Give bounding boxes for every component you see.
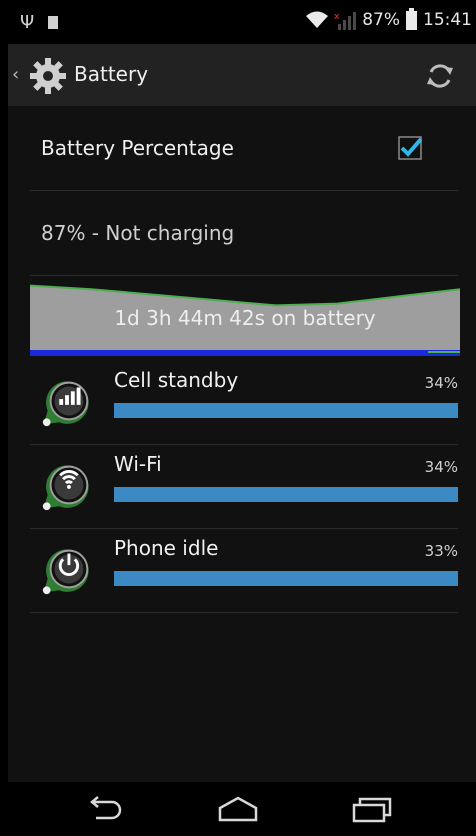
usage-item-bar: [114, 487, 458, 502]
battery-status-text: 87% - Not charging: [41, 221, 235, 245]
usage-item-name: Phone idle: [114, 536, 219, 560]
back-button[interactable]: [82, 794, 130, 824]
signal-strength-strip: [30, 350, 460, 356]
battery-percentage-checkbox[interactable]: [398, 136, 422, 160]
usage-item[interactable]: Wi-Fi 34%: [30, 444, 458, 529]
page-title: Battery: [74, 62, 149, 86]
charging-strip: [428, 351, 460, 353]
battery-percent: 87%: [362, 10, 400, 30]
settings-gear-icon[interactable]: [28, 56, 68, 96]
power-icon: [42, 549, 89, 595]
usage-item[interactable]: Cell standby 34%: [30, 360, 458, 445]
battery-status-row: 87% - Not charging: [30, 191, 458, 276]
wifi-icon: [306, 11, 329, 28]
clock: 15:41: [423, 10, 472, 30]
usb-icon: Ψ: [20, 12, 35, 33]
home-button[interactable]: [214, 794, 262, 824]
signal-icon: x: [334, 12, 357, 30]
battery-percentage-label: Battery Percentage: [41, 136, 234, 160]
action-bar: ‹ Battery: [8, 44, 476, 106]
usage-item-percent: 33%: [424, 542, 458, 560]
battery-history-label: 1d 3h 44m 42s on battery: [114, 306, 376, 330]
recent-apps-button[interactable]: [348, 794, 396, 824]
usage-item-percent: 34%: [424, 374, 458, 392]
wifi-icon: [42, 465, 89, 511]
refresh-icon[interactable]: [424, 60, 456, 92]
status-bar: Ψ x 87% 15:41: [8, 0, 476, 44]
battery-percentage-row[interactable]: Battery Percentage: [30, 106, 458, 191]
battery-icon: [406, 7, 417, 30]
back-caret-icon[interactable]: ‹: [12, 64, 19, 85]
battery-content: Battery Percentage 87% - Not charging 1d…: [8, 106, 476, 782]
battery-history-graph[interactable]: 1d 3h 44m 42s on battery: [29, 276, 461, 360]
usage-item-bar: [114, 403, 458, 418]
usage-item[interactable]: Phone idle 33%: [30, 528, 458, 613]
usage-item-bar: [114, 571, 458, 586]
navigation-bar: [8, 782, 476, 836]
usage-item-name: Cell standby: [114, 368, 239, 392]
usage-item-name: Wi-Fi: [114, 452, 162, 476]
notification-icon: [48, 16, 58, 29]
svg-text:x: x: [334, 12, 340, 22]
usage-item-percent: 34%: [424, 458, 458, 476]
signal-bars-icon: [42, 381, 89, 427]
